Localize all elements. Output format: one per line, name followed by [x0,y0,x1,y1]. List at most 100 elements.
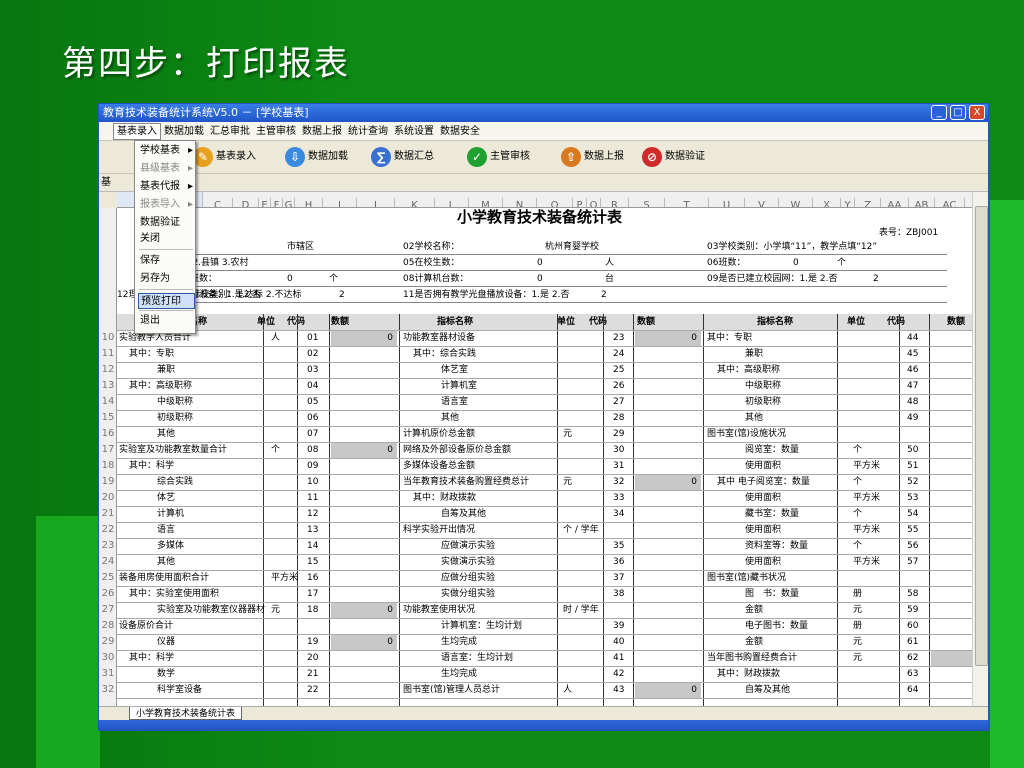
right-value[interactable] [931,378,972,394]
left-value[interactable] [333,474,393,490]
left-value[interactable] [333,506,393,522]
column-header[interactable]: Z [855,198,881,207]
column-header[interactable]: O [537,198,573,207]
left-value[interactable]: 0 [333,634,393,650]
right-value[interactable] [931,442,972,458]
mid-value[interactable] [637,410,697,426]
dropdown-item[interactable]: 学校基表 ▸ [138,143,195,159]
dropdown-item[interactable]: 基表代报 ▸ [138,179,195,195]
right-value[interactable] [931,426,972,442]
mid-value[interactable] [637,650,697,666]
row-number[interactable]: 10 [99,330,116,346]
menu-item[interactable]: 基表录入 [113,123,161,140]
column-header[interactable]: R [601,198,629,207]
vertical-scrollbar[interactable] [972,192,988,706]
mid-value[interactable] [637,586,697,602]
menu-item[interactable]: 统计查询 [345,122,391,141]
mid-value[interactable] [637,346,697,362]
mid-value[interactable] [637,570,697,586]
minimize-button[interactable]: _ [931,105,947,120]
right-value[interactable] [931,634,972,650]
dropdown-item[interactable]: 关闭 [138,231,195,247]
dropdown-item[interactable]: 保存 [138,253,195,269]
dropdown-item[interactable]: 县级基表 ▸ [138,161,195,177]
right-value[interactable] [931,650,972,666]
left-value[interactable] [333,394,393,410]
mid-value[interactable] [637,522,697,538]
row-number[interactable]: 31 [99,666,116,682]
row-number[interactable]: 26 [99,586,116,602]
menu-item[interactable]: 数据上报 [299,122,345,141]
mid-value[interactable]: 0 [637,682,697,698]
right-value[interactable] [931,410,972,426]
row-number[interactable]: 22 [99,522,116,538]
column-header[interactable]: S [629,198,665,207]
mid-value[interactable] [637,394,697,410]
column-header[interactable]: U [709,198,745,207]
right-value[interactable] [931,346,972,362]
right-value[interactable] [931,602,972,618]
column-header[interactable]: H [295,198,323,207]
row-number[interactable]: 14 [99,394,116,410]
mid-value[interactable]: 0 [637,330,697,346]
column-header[interactable]: Y [841,198,855,207]
row-number[interactable]: 19 [99,474,116,490]
column-header[interactable]: X [813,198,841,207]
row-number[interactable]: 23 [99,538,116,554]
row-number[interactable]: 24 [99,554,116,570]
column-header[interactable]: J [357,198,395,207]
dropdown-item[interactable]: 报表导入 ▸ [138,197,195,213]
left-value[interactable] [333,682,393,698]
right-value[interactable] [931,394,972,410]
left-value[interactable] [333,666,393,682]
column-header[interactable]: K [395,198,435,207]
right-value[interactable] [931,330,972,346]
close-button[interactable]: X [969,105,985,120]
row-number[interactable]: 15 [99,410,116,426]
left-value[interactable] [333,618,393,634]
left-value[interactable] [333,346,393,362]
row-number[interactable]: 21 [99,506,116,522]
column-header[interactable]: F [271,198,283,207]
menu-item[interactable]: 汇总审批 [207,122,253,141]
row-number[interactable]: 28 [99,618,116,634]
column-header[interactable]: AC [935,198,965,207]
row-number[interactable]: 25 [99,570,116,586]
column-header[interactable]: E [259,198,271,207]
menu-item[interactable]: 主管审核 [253,122,299,141]
right-value[interactable] [931,586,972,602]
left-value[interactable] [333,554,393,570]
review-button[interactable]: ✓ 主管审核 [467,147,530,167]
left-value[interactable] [333,586,393,602]
right-value[interactable] [931,522,972,538]
column-header[interactable]: W [779,198,813,207]
column-header[interactable]: I [323,198,357,207]
menu-item[interactable]: 数据安全 [437,122,483,141]
mid-value[interactable] [637,666,697,682]
mid-value[interactable] [637,554,697,570]
mid-value[interactable] [637,442,697,458]
left-value[interactable] [333,522,393,538]
row-number[interactable]: 30 [99,650,116,666]
mid-value[interactable] [637,490,697,506]
right-value[interactable] [931,570,972,586]
column-header[interactable]: V [745,198,779,207]
left-value[interactable] [333,410,393,426]
left-value[interactable] [333,490,393,506]
mid-value[interactable] [637,538,697,554]
mid-value[interactable] [637,426,697,442]
left-value[interactable]: 0 [333,602,393,618]
left-value[interactable] [333,650,393,666]
row-number[interactable]: 17 [99,442,116,458]
sheet-tab[interactable]: 小学教育技术装备统计表 [129,707,243,720]
dropdown-item[interactable]: 数据验证 [138,215,195,231]
right-value[interactable] [931,490,972,506]
row-number[interactable]: 29 [99,634,116,650]
right-value[interactable] [931,458,972,474]
column-header[interactable]: D [233,198,259,207]
mid-value[interactable] [637,362,697,378]
mid-value[interactable] [637,618,697,634]
column-header[interactable]: C [203,198,233,207]
left-value[interactable] [333,570,393,586]
data-verify-button[interactable]: ⊘ 数据验证 [642,147,705,167]
